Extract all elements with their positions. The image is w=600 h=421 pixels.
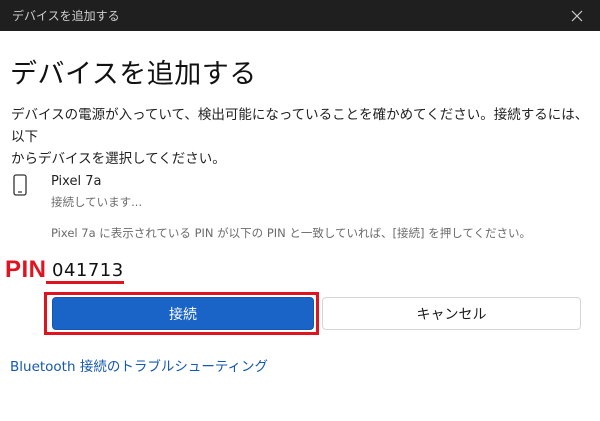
- dialog-description: デバイスの電源が入っていて、検出可能になっていることを確かめてください。接続する…: [11, 104, 591, 170]
- window-title: デバイスを追加する: [12, 9, 120, 23]
- pin-hint: Pixel 7a に表示されている PIN が以下の PIN と一致していれば、…: [51, 226, 531, 240]
- dialog-heading: デバイスを追加する: [10, 59, 257, 90]
- pin-highlight-underline: [46, 281, 124, 284]
- device-name: Pixel 7a: [51, 174, 102, 189]
- device-status: 接続しています...: [51, 195, 143, 209]
- troubleshoot-link[interactable]: Bluetooth 接続のトラブルシューティング: [10, 355, 268, 375]
- close-button[interactable]: [554, 0, 600, 31]
- cancel-button[interactable]: キャンセル: [322, 297, 581, 330]
- phone-icon: [13, 174, 27, 196]
- title-bar: デバイスを追加する: [0, 0, 600, 31]
- connect-button[interactable]: 接続: [52, 297, 314, 330]
- description-line-1: デバイスの電源が入っていて、検出可能になっていることを確かめてください。接続する…: [11, 107, 589, 145]
- pin-value: 041713: [52, 260, 124, 281]
- close-icon: [571, 10, 583, 21]
- pin-label: PIN: [5, 256, 47, 283]
- description-line-2: からデバイスを選択してください。: [11, 151, 226, 167]
